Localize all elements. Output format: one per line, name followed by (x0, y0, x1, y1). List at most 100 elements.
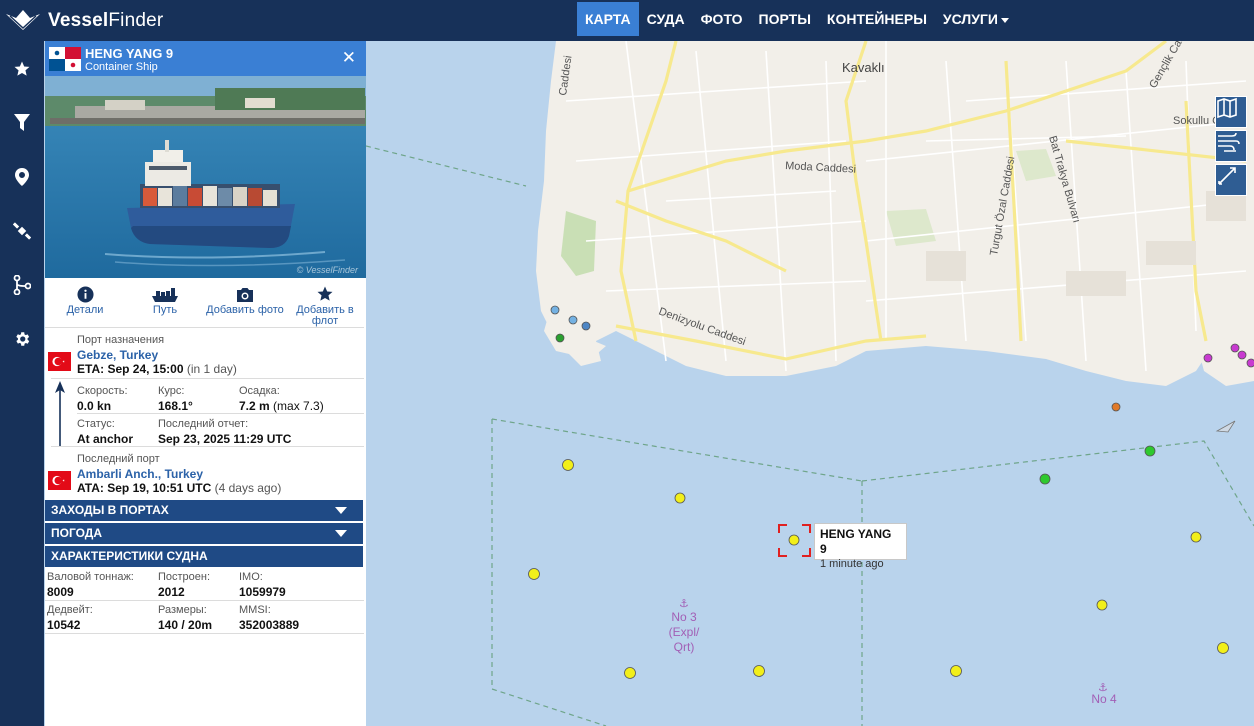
map-layers-button[interactable] (1215, 96, 1247, 128)
satellite-button[interactable] (0, 211, 44, 251)
nav-services[interactable]: УСЛУГИ (935, 2, 1017, 36)
last-port-link[interactable]: Ambarli Anch., Turkey (77, 467, 203, 481)
close-icon[interactable]: ✕ (342, 49, 356, 67)
vessel-name: HENG YANG 9 (85, 46, 174, 61)
vessel-marker[interactable] (1246, 358, 1254, 368)
vessel-marker[interactable] (1230, 343, 1240, 353)
tooltip-time: 1 minute ago (820, 558, 884, 570)
route-button[interactable] (0, 265, 44, 305)
vessel-marker[interactable] (753, 665, 765, 677)
add-photo-button[interactable]: Добавить фото (205, 283, 285, 327)
vessel-marker[interactable] (1217, 642, 1229, 654)
deadweight-value: 10542 (47, 618, 81, 632)
district-label: Kavaklı (842, 60, 885, 75)
locations-button[interactable] (0, 157, 44, 197)
weather-section[interactable]: ПОГОДА (45, 523, 363, 544)
filter-button[interactable] (0, 103, 44, 143)
speed-label: Скорость: (77, 385, 128, 397)
info-icon (76, 286, 94, 303)
settings-button[interactable] (0, 319, 44, 359)
vessel-marker[interactable] (1237, 350, 1247, 360)
vessel-marker[interactable] (568, 315, 578, 325)
star-icon (14, 61, 30, 76)
filter-icon (14, 114, 30, 131)
ata-value: ATA: Sep 19, 10:51 UTC (4 days ago) (77, 481, 282, 495)
track-button[interactable]: Путь (125, 283, 205, 327)
last-port-label: Последний порт (77, 453, 160, 465)
vessel-marker[interactable] (674, 492, 686, 504)
chevron-down-icon (335, 530, 347, 537)
vessel-marker[interactable] (1190, 531, 1202, 543)
satellite-icon (13, 222, 31, 240)
vessel-marker[interactable] (1144, 445, 1156, 457)
divider (45, 633, 364, 634)
vessel-photo[interactable]: © VesselFinder (45, 76, 366, 278)
vessel-marker[interactable] (624, 667, 636, 679)
draught-label: Осадка: (239, 385, 280, 397)
wind-icon (1218, 132, 1240, 152)
mmsi-value: 352003889 (239, 618, 300, 632)
size-label: Размеры: (158, 604, 207, 616)
vessel-marker[interactable] (555, 333, 565, 343)
vessel-marker[interactable] (550, 305, 560, 315)
nav-map[interactable]: КАРТА (577, 2, 639, 36)
vessel-marker[interactable] (528, 568, 540, 580)
course-value: 168.1° (158, 399, 193, 413)
photo-watermark: © VesselFinder (296, 265, 358, 275)
nav-photos[interactable]: ФОТО (693, 2, 751, 36)
vessel-marker[interactable] (1111, 402, 1121, 412)
built-label: Построен: (158, 571, 211, 583)
nav-ports[interactable]: ПОРТЫ (751, 2, 819, 36)
tooltip-vessel-name: HENG YANG 9 (820, 527, 892, 556)
draught-value: 7.2 m (max 7.3) (239, 399, 324, 413)
status-label: Статус: (77, 418, 115, 430)
divider (45, 327, 364, 328)
vessel-arrow-marker[interactable] (1215, 420, 1236, 433)
selected-vessel-marker[interactable] (788, 534, 800, 546)
main-nav: КАРТА СУДА ФОТО ПОРТЫ КОНТЕЙНЕРЫ УСЛУГИ (577, 2, 1017, 36)
gross-tonnage-label: Валовой тоннаж: (47, 571, 134, 583)
built-value: 2012 (158, 585, 185, 599)
vessel-marker[interactable] (1039, 473, 1051, 485)
brand-name: VesselFinder (48, 9, 164, 31)
add-to-fleet-button[interactable]: Добавить в флот (285, 283, 365, 327)
course-arrow-icon (55, 381, 65, 447)
vessel-marker[interactable] (581, 321, 591, 331)
turkey-flag-icon (48, 352, 71, 371)
camera-icon (237, 288, 253, 302)
map-canvas[interactable]: Caddesi Kavaklı Moda Caddesi Bat Trakya … (366, 41, 1254, 726)
imo-value: 1059979 (239, 585, 286, 599)
wind-button[interactable] (1215, 130, 1247, 162)
last-report-value: Sep 23, 2025 11:29 UTC (158, 432, 292, 446)
destination-port-link[interactable]: Gebze, Turkey (77, 348, 158, 362)
nav-vessels[interactable]: СУДА (639, 2, 693, 36)
logo[interactable]: VesselFinder (0, 0, 163, 41)
panama-flag-icon (49, 47, 81, 71)
anchorage-label-no3: No 3 (Expl/ Qrt) (668, 610, 700, 654)
divider (77, 413, 364, 414)
port-calls-section[interactable]: ЗАХОДЫ В ПОРТАХ (45, 500, 363, 521)
vessel-header: HENG YANG 9 Container Ship ✕ (45, 41, 366, 76)
vessel-marker[interactable] (562, 459, 574, 471)
course-label: Курс: (158, 385, 185, 397)
measure-button[interactable] (1215, 164, 1247, 196)
map-base: Caddesi Kavaklı Moda Caddesi Bat Trakya … (366, 41, 1254, 726)
nav-containers[interactable]: КОНТЕЙНЕРЫ (819, 2, 935, 36)
vessel-type: Container Ship (85, 61, 158, 73)
divider (51, 446, 364, 447)
details-button[interactable]: Детали (45, 283, 125, 327)
gear-icon (16, 332, 30, 346)
vessel-marker[interactable] (950, 665, 962, 677)
specs-section[interactable]: ХАРАКТЕРИСТИКИ СУДНА (45, 546, 363, 567)
vessel-actions: Детали Путь Добавить фото Добавить в флот (45, 283, 366, 327)
divider (51, 378, 364, 379)
route-icon (13, 275, 31, 295)
vessel-marker[interactable] (1096, 599, 1108, 611)
divider (45, 600, 364, 601)
vessel-marker[interactable] (1203, 353, 1213, 363)
favorites-button[interactable] (0, 49, 44, 89)
harbor-area (1196, 336, 1254, 386)
chevron-down-icon (335, 507, 347, 514)
vessel-tooltip[interactable]: HENG YANG 9 1 minute ago (814, 523, 907, 570)
deadweight-label: Дедвейт: (47, 604, 93, 616)
